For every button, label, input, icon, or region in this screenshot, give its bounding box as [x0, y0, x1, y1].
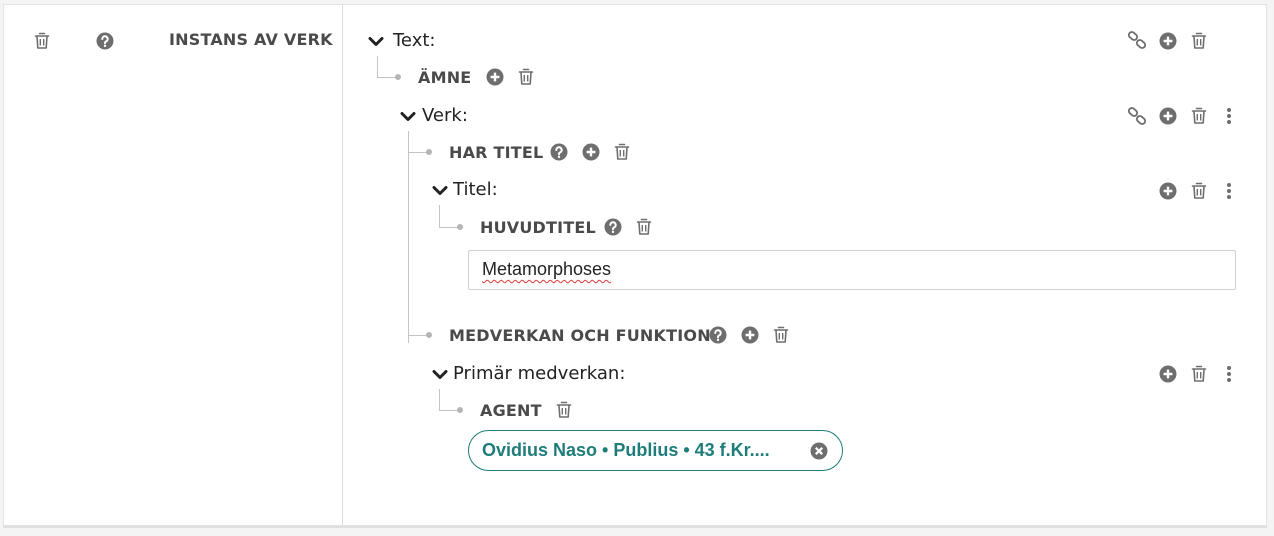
tree-line: [377, 56, 378, 77]
entity-titel-label: Titel:: [453, 179, 498, 200]
titel-delete-trash-icon[interactable]: [1191, 182, 1207, 200]
tree-line: [439, 410, 459, 411]
har-titel-property-label: HAR TITEL: [449, 143, 544, 162]
har-titel-delete-trash-icon[interactable]: [614, 143, 630, 161]
primar-delete-trash-icon[interactable]: [1191, 365, 1207, 383]
huvudtitel-help-question-icon[interactable]: [604, 218, 622, 236]
text-link-icon[interactable]: [1127, 30, 1147, 50]
medverkan-property-label: MEDVERKAN OCH FUNKTION: [449, 326, 711, 345]
tree-node-dot: [395, 74, 401, 80]
tree-node-dot: [426, 149, 432, 155]
card-bottom-divider: [3, 526, 1267, 528]
tree-node-dot: [457, 224, 463, 230]
collapse-titel-chevron-down-icon[interactable]: [432, 185, 448, 197]
tree-node-dot: [457, 407, 463, 413]
collapse-verk-chevron-down-icon[interactable]: [400, 111, 416, 123]
huvudtitel-delete-trash-icon[interactable]: [636, 218, 652, 236]
verk-delete-trash-icon[interactable]: [1191, 107, 1207, 125]
medverkan-add-plus-icon[interactable]: [741, 326, 759, 344]
verk-more-vertical-dots-icon[interactable]: [1226, 107, 1232, 125]
titel-add-plus-icon[interactable]: [1159, 182, 1177, 200]
entity-text-label: Text:: [393, 30, 436, 51]
remove-agent-times-circle-icon[interactable]: [810, 442, 828, 460]
entity-verk-label: Verk:: [422, 105, 468, 126]
primar-add-plus-icon[interactable]: [1159, 365, 1177, 383]
huvudtitel-property-label: HUVUDTITEL: [480, 218, 596, 237]
tree-line: [377, 77, 397, 78]
tree-line: [408, 131, 409, 343]
amne-delete-trash-icon[interactable]: [518, 68, 534, 86]
tree-line: [439, 227, 459, 228]
collapse-primar-medverkan-chevron-down-icon[interactable]: [432, 369, 448, 381]
agent-delete-trash-icon[interactable]: [556, 401, 572, 419]
text-add-plus-icon[interactable]: [1159, 32, 1177, 50]
delete-property-trash-icon[interactable]: [34, 32, 50, 50]
amne-property-label: ÄMNE: [418, 68, 472, 87]
verk-add-plus-icon[interactable]: [1159, 107, 1177, 125]
medverkan-help-question-icon[interactable]: [709, 326, 727, 344]
text-delete-trash-icon[interactable]: [1191, 32, 1207, 50]
property-label: INSTANS AV VERK: [169, 30, 333, 49]
property-column: [3, 4, 343, 526]
huvudtitel-input-value: Metamorphoses: [482, 259, 612, 279]
agent-chip-label[interactable]: Ovidius Naso • Publius • 43 f.Kr....: [482, 440, 770, 461]
tree-line: [439, 205, 440, 227]
agent-entity-chip[interactable]: Ovidius Naso • Publius • 43 f.Kr....: [468, 430, 843, 471]
amne-add-plus-icon[interactable]: [486, 68, 504, 86]
entity-primar-medverkan-label: Primär medverkan:: [453, 363, 626, 384]
medverkan-delete-trash-icon[interactable]: [773, 326, 789, 344]
primar-more-vertical-dots-icon[interactable]: [1226, 365, 1232, 383]
collapse-text-chevron-down-icon[interactable]: [368, 36, 384, 48]
verk-link-icon[interactable]: [1127, 106, 1147, 126]
tree-line: [439, 389, 440, 410]
titel-more-vertical-dots-icon[interactable]: [1226, 182, 1232, 200]
property-help-question-icon[interactable]: [96, 32, 114, 50]
har-titel-help-question-icon[interactable]: [550, 143, 568, 161]
tree-line: [408, 152, 428, 153]
huvudtitel-input[interactable]: Metamorphoses: [468, 250, 1236, 290]
tree-node-dot: [426, 332, 432, 338]
har-titel-add-plus-icon[interactable]: [582, 143, 600, 161]
agent-property-label: AGENT: [480, 401, 542, 420]
tree-line: [408, 335, 428, 336]
